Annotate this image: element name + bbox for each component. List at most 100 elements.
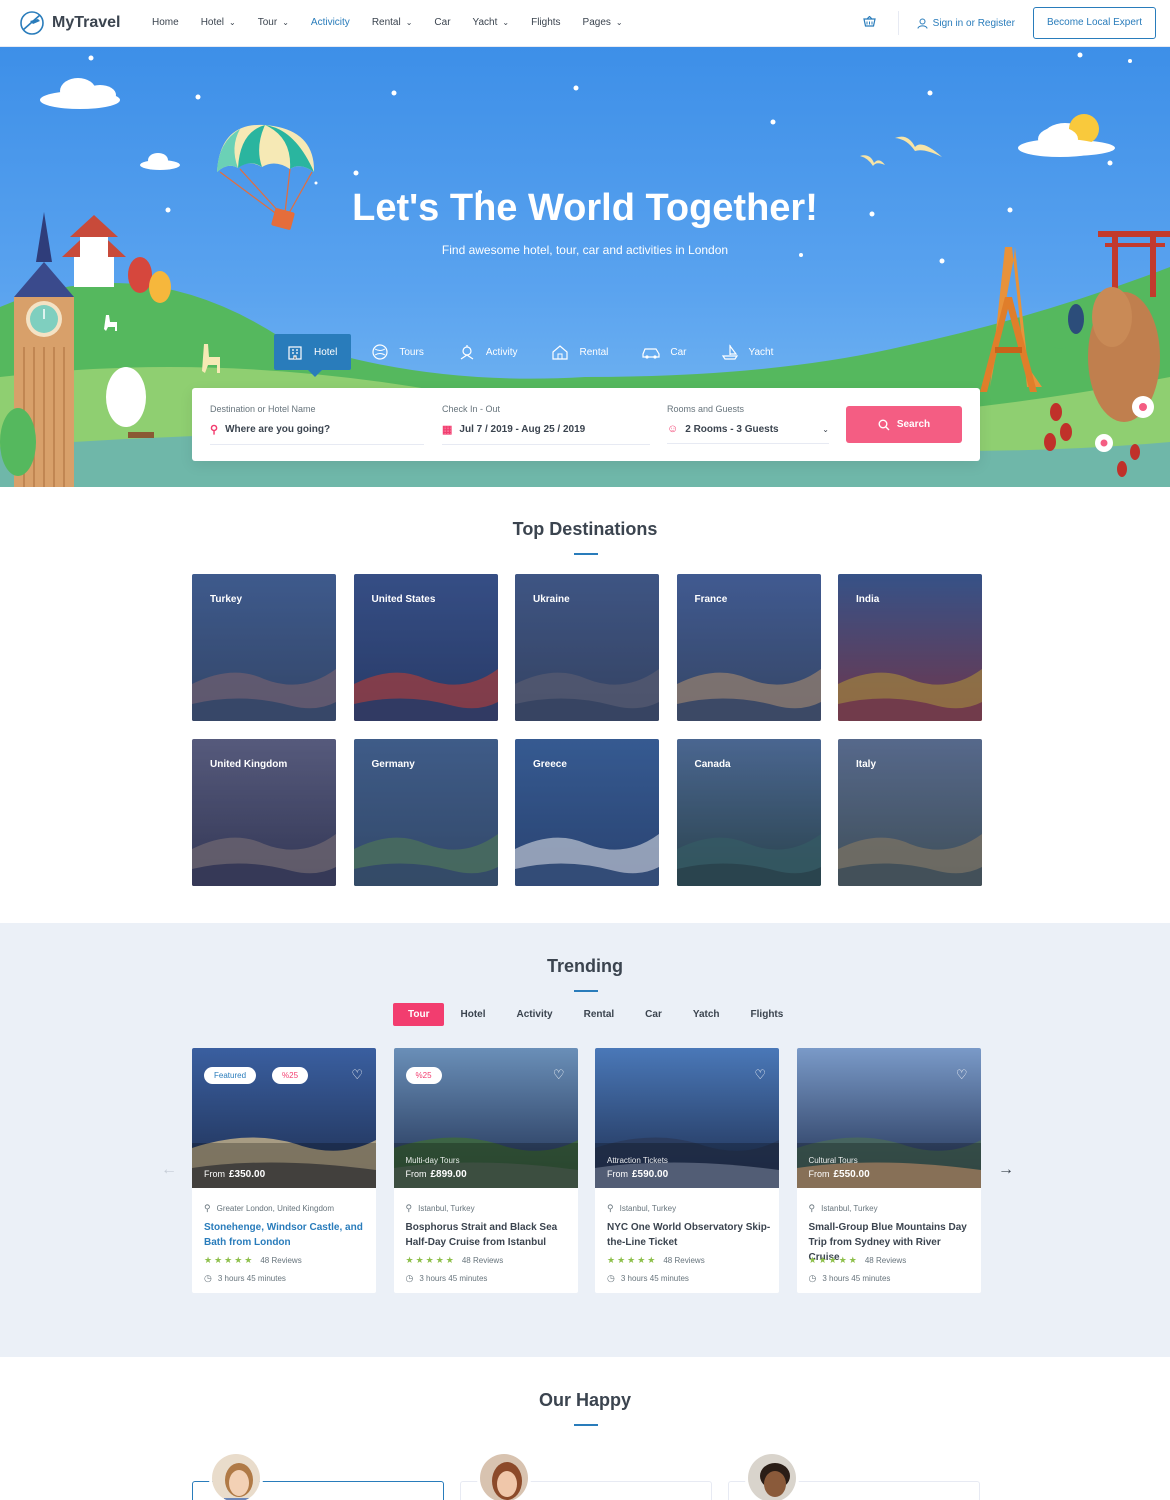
tab-car[interactable]: Car	[630, 334, 700, 370]
review-count: 48 Reviews	[260, 1256, 302, 1265]
destination-card-india[interactable]: India	[838, 574, 982, 721]
heart-icon[interactable]: ♡	[754, 1067, 766, 1083]
dates-field[interactable]: Check In - Out ▦ Jul 7 / 2019 - Aug 25 / …	[442, 404, 650, 445]
destination-card-france[interactable]: France	[676, 574, 821, 721]
menu-item-hotel[interactable]: Hotel ⌄	[201, 17, 236, 28]
price-value: £350.00	[229, 1169, 266, 1180]
destination-name: Canada	[694, 759, 731, 770]
card-rating: ★★★★★ 48 Reviews	[809, 1255, 907, 1266]
dates-input[interactable]: Jul 7 / 2019 - Aug 25 / 2019	[459, 424, 585, 435]
clock-icon: ◷	[808, 1273, 817, 1283]
trending-tab-rental[interactable]: Rental	[569, 1003, 630, 1026]
chevron-down-icon: ⌄	[502, 18, 510, 27]
trending-title: Trending	[547, 956, 623, 976]
signin-link[interactable]: Sign in or Register	[917, 18, 1015, 29]
rental-icon	[552, 345, 569, 360]
card-rating: ★★★★★ 48 Reviews	[607, 1255, 705, 1266]
price-from-label: From	[607, 1169, 628, 1179]
menu-item-yacht[interactable]: Yacht ⌄	[473, 17, 510, 28]
card-title-link[interactable]: NYC One World Observatory Skip-the-Line …	[607, 1220, 771, 1250]
duration-text: 3 hours 45 minutes	[217, 1274, 286, 1283]
trending-tab-yatch[interactable]: Yatch	[678, 1003, 735, 1026]
hero-title: Let's The World Together!	[352, 187, 818, 229]
destination-field[interactable]: Destination or Hotel Name ⚲ Where are you…	[210, 404, 424, 445]
destination-card-turkey[interactable]: Turkey	[192, 574, 336, 721]
chevron-down-icon: ⌄	[615, 18, 623, 27]
menu-item-tour[interactable]: Tour ⌄	[258, 17, 289, 28]
cart-icon[interactable]	[862, 15, 876, 31]
become-expert-button[interactable]: Become Local Expert	[1032, 7, 1156, 39]
trending-card[interactable]: ♡ Cultural Tours From £550.00 ⚲ Istanbul, Tur…	[796, 1048, 981, 1293]
tab-activity[interactable]: Activity	[446, 334, 532, 370]
menu-item-flights[interactable]: Flights	[531, 17, 560, 28]
trending-card[interactable]: Featured %25 ♡ From £350.00 ⚲ Greater London, …	[192, 1048, 376, 1293]
prev-arrow-icon[interactable]: ←	[161, 1161, 177, 1179]
hero-section: Let's The World Together! Find awesome h…	[0, 47, 1170, 487]
destination-card-italy[interactable]: Italy	[838, 739, 982, 886]
heart-icon[interactable]: ♡	[956, 1067, 968, 1083]
clock-icon: ◷	[204, 1273, 212, 1283]
avatar	[209, 1451, 263, 1500]
price-from-label: From	[405, 1169, 427, 1179]
card-category: Multi-day Tours	[405, 1156, 460, 1165]
trending-tab-activity[interactable]: Activity	[501, 1003, 567, 1026]
map-pin-icon: ⚲	[210, 424, 219, 436]
chevron-down-icon: ⌄	[229, 18, 236, 27]
menu-item-activicity[interactable]: Activicity	[311, 17, 350, 28]
tab-label: Rental	[579, 346, 609, 358]
tab-yacht[interactable]: Yacht	[709, 334, 788, 370]
menu-item-label: Hotel	[200, 17, 225, 28]
price-from-label: From	[808, 1169, 830, 1179]
trending-tab-tour[interactable]: Tour	[393, 1003, 445, 1026]
card-duration: ◷ 3 hours 45 minutes	[406, 1273, 488, 1284]
search-icon	[878, 419, 890, 430]
logo[interactable]: MyTravel	[18, 9, 120, 37]
menu-item-rental[interactable]: Rental ⌄	[372, 17, 413, 28]
guests-field[interactable]: Rooms and Guests ☺ 2 Rooms - 3 Guests ⌄	[667, 404, 829, 444]
destination-card-united-states[interactable]: United States	[353, 574, 498, 721]
destination-name: Germany	[371, 759, 415, 770]
search-button[interactable]: Search	[846, 406, 962, 443]
card-location: ⚲ Istanbul, Turkey	[607, 1203, 676, 1214]
trending-tab-car[interactable]: Car	[630, 1003, 677, 1026]
menu-item-label: Tour	[257, 17, 278, 28]
star-rating-icon: ★★★★★	[204, 1255, 255, 1265]
heart-icon[interactable]: ♡	[351, 1067, 363, 1083]
tab-hotel[interactable]: Hotel	[274, 334, 352, 370]
destination-card-ukraine[interactable]: Ukraine	[515, 574, 659, 721]
map-pin-icon: ⚲	[808, 1203, 816, 1213]
destination-card-united-kingdom[interactable]: United Kingdom	[192, 739, 336, 886]
destination-name: Ukraine	[533, 594, 570, 605]
destination-card-germany[interactable]: Germany	[353, 739, 498, 886]
chevron-down-icon: ⌄	[822, 424, 829, 434]
hero-subtitle: Find awesome hotel, tour, car and activi…	[441, 243, 729, 257]
destination-name: United Kingdom	[210, 759, 288, 770]
card-title-link[interactable]: Bosphorus Strait and Black Sea Half-Day …	[406, 1220, 570, 1250]
tours-icon	[372, 344, 388, 360]
guests-select[interactable]: 2 Rooms - 3 Guests	[685, 424, 778, 435]
menu-item-pages[interactable]: Pages ⌄	[583, 17, 623, 28]
discount-badge: %25	[405, 1067, 442, 1084]
menu-item-car[interactable]: Car	[434, 17, 450, 28]
destination-card-greece[interactable]: Greece	[515, 739, 659, 886]
tab-rental[interactable]: Rental	[539, 334, 622, 370]
brand-name: MyTravel	[52, 14, 121, 31]
price-value: £590.00	[632, 1169, 669, 1180]
menu-item-label: Yacht	[472, 17, 498, 28]
tab-label: Yacht	[748, 346, 774, 358]
destination-input[interactable]: Where are you going?	[225, 424, 330, 435]
trending-tab-hotel[interactable]: Hotel	[445, 1003, 500, 1026]
destination-card-canada[interactable]: Canada	[676, 739, 821, 886]
trending-card[interactable]: %25 ♡ Multi-day Tours From £899.00 ⚲ Istanbul,…	[393, 1048, 578, 1293]
next-arrow-icon[interactable]: →	[998, 1161, 1014, 1179]
trending-tab-flights[interactable]: Flights	[736, 1003, 799, 1026]
menu-item-home[interactable]: Home	[152, 17, 179, 28]
calendar-icon: ▦	[442, 424, 453, 436]
card-duration: ◷ 3 hours 45 minutes	[809, 1273, 891, 1284]
tab-tours[interactable]: Tours	[359, 334, 437, 370]
trending-card[interactable]: ♡ Attraction Tickets From £590.00 ⚲ Istanbul,…	[595, 1048, 779, 1293]
menu-item-label: Home	[152, 17, 179, 28]
location-text: Greater London, United Kingdom	[216, 1204, 334, 1213]
heart-icon[interactable]: ♡	[553, 1067, 565, 1083]
card-title-link[interactable]: Stonehenge, Windsor Castle, and Bath fro…	[204, 1220, 368, 1250]
